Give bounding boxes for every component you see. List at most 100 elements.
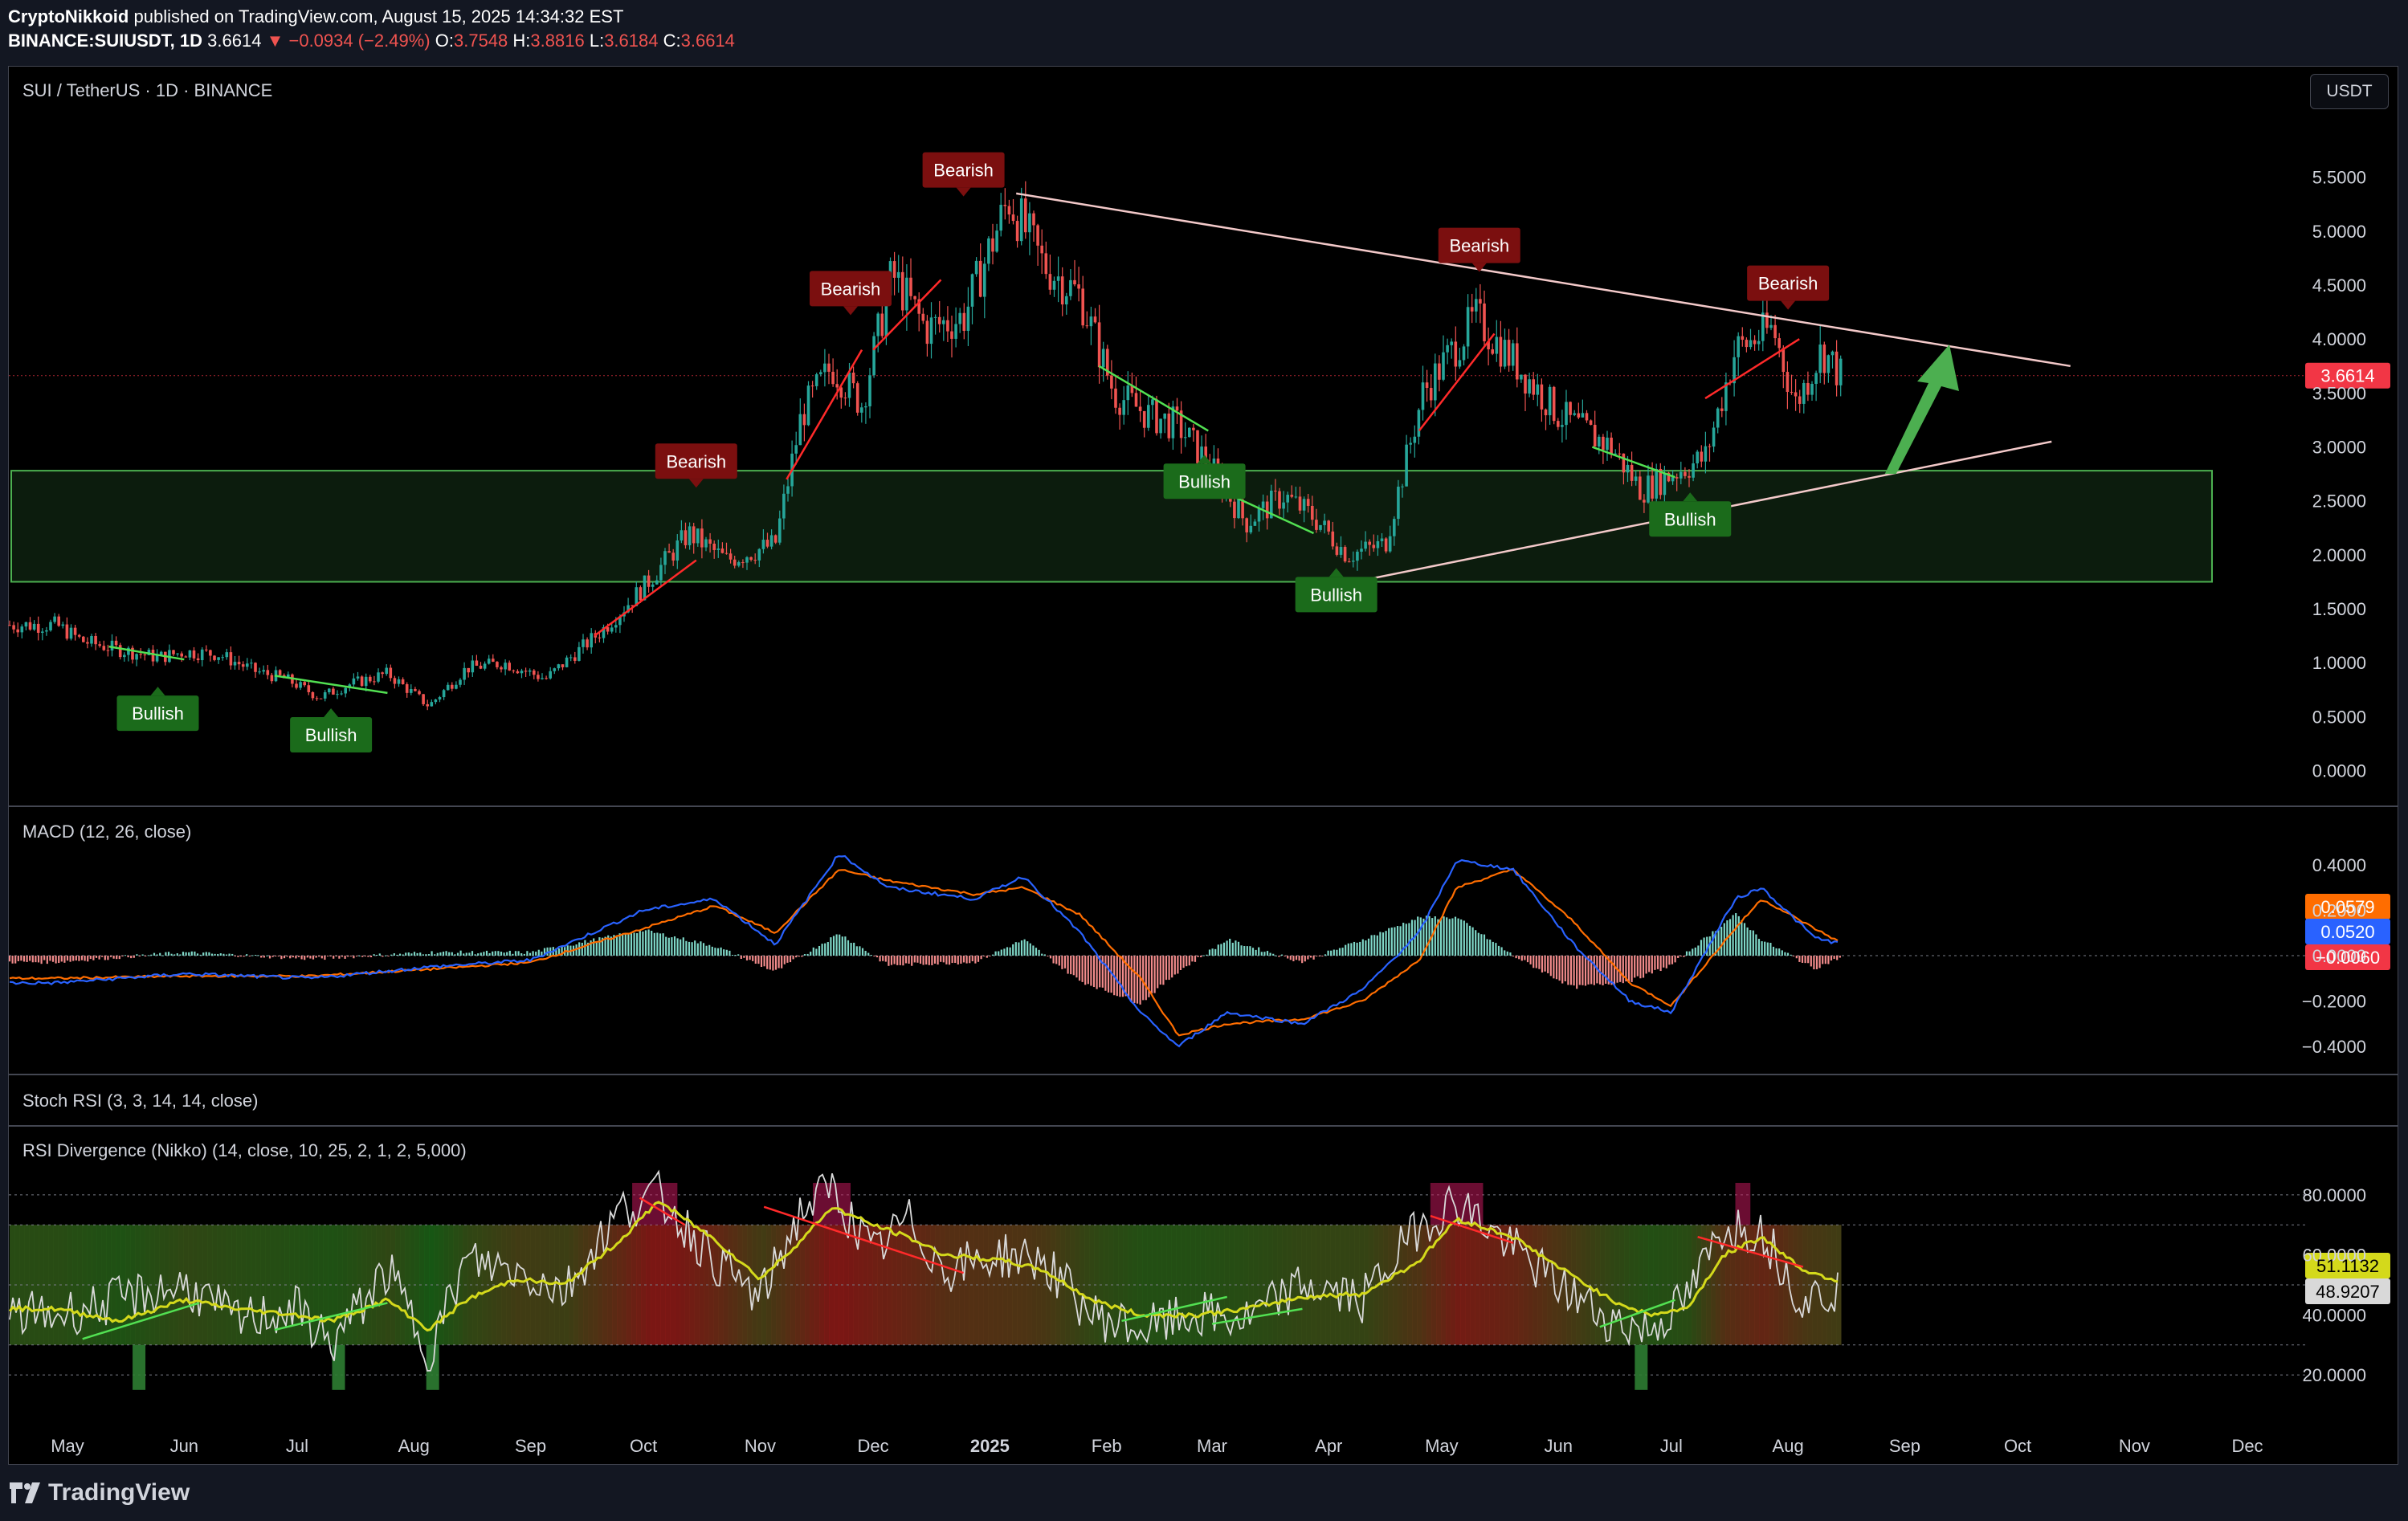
macd-histogram-bar (847, 940, 850, 956)
candle-body (12, 625, 15, 630)
time-axis-tick: Dec (2231, 1436, 2263, 1456)
macd-histogram-bar (772, 956, 774, 971)
candle-body (1052, 280, 1056, 290)
candle-body (749, 557, 753, 561)
macd-histogram-bar (867, 952, 870, 956)
candle-body (508, 663, 511, 671)
candle-body (233, 662, 237, 666)
macd-histogram-bar (353, 956, 355, 959)
macd-histogram-bar (419, 952, 422, 956)
macd-histogram-bar (1269, 952, 1271, 956)
macd-histogram-bar (1541, 956, 1544, 973)
candle-body (336, 694, 339, 695)
candle-body (332, 688, 335, 695)
macd-histogram-bar (508, 950, 511, 956)
macd-histogram-bar (593, 938, 595, 956)
time-axis-tick: Oct (2004, 1436, 2031, 1456)
candle-body (769, 535, 773, 547)
macd-histogram-bar (835, 934, 838, 956)
candle-body (724, 553, 729, 554)
macd-histogram-bar (1096, 956, 1098, 989)
candle-body (1765, 312, 1769, 328)
time-axis-tick: Jul (1660, 1436, 1683, 1456)
candle-body (773, 535, 777, 543)
macd-histogram-bar (75, 956, 77, 961)
time-axis-tick: Aug (398, 1436, 430, 1456)
candle-body (1110, 375, 1113, 389)
macd-histogram-bar (676, 938, 679, 956)
candle-body (590, 633, 593, 648)
chart-svg[interactable]: Bullish Bullish Bearish Bearish Bearish Bulli… (0, 0, 2408, 1521)
candle-body (831, 371, 835, 385)
candle-body (573, 657, 577, 661)
macd-histogram-bar (859, 946, 861, 956)
macd-histogram-bar (1781, 950, 1783, 956)
macd-histogram-bar (333, 956, 335, 959)
candle-body (49, 622, 52, 630)
candle-body (1425, 382, 1429, 389)
macd-histogram-bar (1573, 956, 1575, 986)
macd-histogram-bar (853, 942, 855, 956)
tradingview-logo[interactable]: TradingView (10, 1479, 190, 1507)
candle-body (905, 277, 908, 311)
macd-histogram-bar (890, 956, 893, 965)
macd-histogram-bar (1385, 931, 1387, 956)
time-axis-tick: Jun (1544, 1436, 1572, 1456)
macd-histogram-bar (1194, 956, 1197, 962)
candle-body (1777, 338, 1781, 349)
macd-histogram-bar (1379, 932, 1382, 956)
candle-body (405, 684, 409, 693)
candle-body (1311, 505, 1314, 520)
candle-body (266, 670, 270, 675)
currency-button[interactable]: USDT (2310, 74, 2389, 109)
macd-histogram-bar (977, 956, 980, 962)
macd-histogram-bar (1292, 956, 1295, 961)
macd-histogram-bar (630, 933, 633, 956)
macd-histogram-bar (1304, 956, 1306, 962)
macd-histogram-bar (830, 937, 832, 956)
macd-histogram-bar (1119, 956, 1121, 997)
macd-histogram-bar (1222, 942, 1226, 956)
macd-histogram-bar (1824, 956, 1826, 964)
macd-histogram-bar (1764, 941, 1766, 956)
macd-histogram-bar (1778, 948, 1781, 956)
macd-histogram-bar (210, 953, 214, 956)
macd-histogram-bar (1350, 943, 1353, 956)
candle-body (299, 682, 302, 688)
candle-body (442, 690, 446, 698)
candle-body (1794, 392, 1798, 397)
candle-body (1261, 501, 1265, 508)
macd-histogram-bar (280, 956, 283, 960)
candle-body (1060, 276, 1064, 305)
candle-body (847, 372, 851, 398)
macd-histogram-bar (705, 945, 708, 956)
candle-body (213, 655, 216, 660)
candle-body (1606, 437, 1609, 451)
macd-histogram-bar (1839, 956, 1841, 958)
macd-histogram-bar (1029, 943, 1031, 956)
macd-histogram-bar (1448, 919, 1451, 956)
macd-histogram-bar (622, 934, 624, 956)
macd-histogram-bar (188, 952, 190, 956)
macd-histogram-bar (80, 956, 84, 960)
macd-histogram-bar (1443, 916, 1445, 956)
candle-body (1245, 518, 1248, 532)
candle-body (1397, 487, 1400, 520)
candle-body (1142, 410, 1146, 428)
candle-body (937, 316, 941, 324)
time-axis-tick: Oct (630, 1436, 657, 1456)
candle-body (53, 616, 56, 622)
candle-body (57, 616, 60, 626)
macd-histogram-bar (523, 953, 525, 956)
candle-body (455, 684, 458, 689)
macd-histogram-bar (659, 933, 662, 956)
macd-histogram-bar (1807, 956, 1810, 964)
candle-body (1290, 495, 1294, 497)
macd-histogram-bar (315, 956, 317, 958)
candle-body (647, 575, 651, 587)
macd-histogram-bar (1561, 956, 1564, 984)
candle-body (20, 626, 24, 633)
candle-body (1048, 274, 1052, 290)
macd-histogram-bar (1457, 918, 1459, 956)
macd-histogram-bar (1289, 956, 1292, 960)
